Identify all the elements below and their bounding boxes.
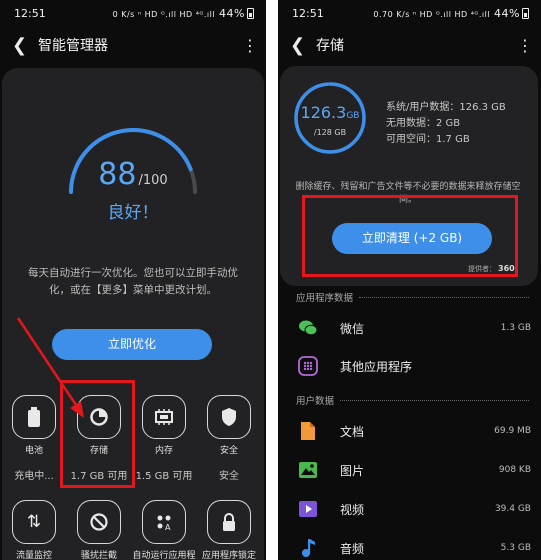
list-item-other-apps[interactable]: 其他应用程序 — [278, 347, 541, 385]
score-verdict: 良好！ — [107, 203, 159, 223]
security-tile-status: 安全 — [219, 471, 239, 482]
junk-data-stat: 无用数据：2 GB — [386, 118, 461, 129]
score-max: /100 — [138, 173, 168, 188]
video-play-icon — [298, 499, 318, 519]
list-item-name: 文档 — [340, 424, 365, 439]
list-item-name: 图片 — [340, 463, 365, 478]
music-note-icon — [298, 538, 318, 558]
storage-screen: 12:51 0.70 K/s ⁿ HD ᴳ.ıll HD ⁴ᴳ.ıll 44% ❮… — [278, 0, 541, 560]
list-item-size: 39.4 GB — [494, 504, 531, 514]
user-data-section-header: 用户数据 — [296, 393, 529, 407]
wechat-icon — [298, 318, 318, 338]
memory-tile-status: 1.5 GB 可用 — [135, 471, 193, 482]
status-time: 12:51 — [14, 6, 46, 20]
battery-percent: 44% — [219, 6, 245, 20]
back-icon[interactable]: ❮ — [12, 35, 36, 56]
call-block-tile-label: 骚扰拦截 — [80, 551, 117, 560]
list-item-name: 视频 — [340, 502, 365, 517]
app-lock-tile-label: 应用程序锁定 — [201, 551, 256, 560]
back-icon[interactable]: ❮ — [290, 35, 314, 56]
memory-chip-icon — [155, 409, 173, 425]
apps-grid-icon: A — [157, 515, 171, 532]
app-lock-tile[interactable] — [207, 500, 251, 544]
shield-icon — [222, 408, 236, 426]
document-icon — [298, 421, 318, 441]
storage-total: /128 GB — [313, 128, 347, 137]
list-item-size: 1.3 GB — [500, 323, 531, 333]
list-item-size: 908 KB — [498, 465, 531, 475]
battery-icon — [522, 7, 529, 19]
battery-tile-icon — [28, 407, 40, 427]
score-display: 88/100 — [0, 157, 266, 192]
status-signal-icons: 0.70 K/s ⁿ HD ᴳ.ıll HD ⁴ᴳ.ıll 44% — [324, 7, 529, 20]
battery-percent: 44% — [494, 6, 520, 20]
list-item-audio[interactable]: 音频 5.3 GB — [278, 529, 541, 560]
app-bar: ❮ 存储 ⋮ — [278, 28, 541, 62]
list-item-name: 音频 — [340, 541, 365, 556]
list-item-size: 69.9 MB — [494, 426, 531, 436]
list-item-size: 5.3 GB — [500, 543, 531, 553]
app-data-section-header: 应用程序数据 — [296, 290, 529, 304]
battery-tile-label: 电池 — [24, 446, 43, 456]
status-time: 12:51 — [292, 6, 324, 20]
system-user-data-stat: 系统/用户数据：126.3 GB — [386, 102, 506, 113]
auto-run-tile-label: 自动运行应用程 — [132, 551, 196, 560]
list-item-name: 微信 — [340, 321, 365, 336]
status-signal-icons: 0 K/s ⁿ HD ᴳ.ıll HD ⁴ᴳ.ıll 44% — [46, 7, 254, 20]
status-bar: 12:51 0 K/s ⁿ HD ᴳ.ıll HD ⁴ᴳ.ıll 44% — [0, 0, 266, 26]
memory-tile[interactable] — [142, 395, 186, 439]
call-block-tile[interactable] — [77, 500, 121, 544]
page-title: 存储 — [316, 38, 344, 54]
image-icon — [298, 460, 318, 480]
list-item-name: 其他应用程序 — [340, 359, 413, 374]
clean-highlight-box — [302, 195, 518, 277]
score-value: 88 — [98, 157, 137, 192]
lock-icon — [223, 513, 235, 531]
storage-used-value: 126.3GB — [300, 103, 360, 122]
free-space-stat: 可用空间：1.7 GB — [386, 134, 470, 145]
security-tile[interactable] — [207, 395, 251, 439]
app-bar: ❮ 智能管理器 ⋮ — [0, 28, 266, 62]
list-item-videos[interactable]: 视频 39.4 GB — [278, 490, 541, 528]
status-bar: 12:51 0.70 K/s ⁿ HD ᴳ.ıll HD ⁴ᴳ.ıll 44% — [278, 0, 541, 26]
list-item-images[interactable]: 图片 908 KB — [278, 451, 541, 489]
security-tile-label: 安全 — [219, 446, 238, 456]
up-down-arrows-icon: ⇅ — [26, 512, 42, 532]
more-options-icon[interactable]: ⋮ — [242, 36, 258, 55]
list-item-documents[interactable]: 文档 69.9 MB — [278, 412, 541, 450]
svg-text:A: A — [165, 523, 171, 532]
storage-highlight-box — [60, 380, 135, 488]
data-usage-tile[interactable]: ⇅ — [12, 500, 56, 544]
battery-icon — [247, 7, 254, 19]
data-usage-tile-label: 流量监控 — [15, 551, 52, 560]
block-icon — [90, 513, 108, 531]
optimize-now-button[interactable]: 立即优化 — [52, 329, 212, 360]
apps-grid-icon — [298, 356, 318, 376]
memory-tile-label: 内存 — [154, 446, 173, 456]
smart-manager-screen: 12:51 0 K/s ⁿ HD ᴳ.ıll HD ⁴ᴳ.ıll 44% ❮ 智能… — [0, 0, 266, 560]
list-item-wechat[interactable]: 微信 1.3 GB — [278, 309, 541, 347]
auto-run-tile[interactable]: A — [142, 500, 186, 544]
battery-tile[interactable] — [12, 395, 56, 439]
optimization-description: 每天自动进行一次优化。您也可以立即手动优化，或在【更多】菜单中更改计划。 — [28, 267, 238, 296]
more-options-icon[interactable]: ⋮ — [517, 36, 533, 55]
page-title: 智能管理器 — [38, 38, 108, 54]
